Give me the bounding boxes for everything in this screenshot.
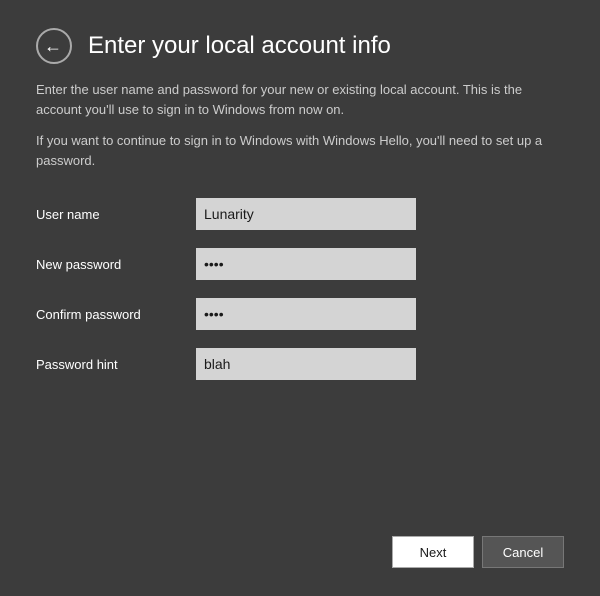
form-area: User name New password Confirm password … xyxy=(36,198,564,398)
username-input[interactable] xyxy=(196,198,416,230)
username-label: User name xyxy=(36,207,196,222)
description-line2: If you want to continue to sign in to Wi… xyxy=(36,131,564,170)
password-hint-row: Password hint xyxy=(36,348,564,380)
description-line1: Enter the user name and password for you… xyxy=(36,80,564,119)
back-arrow-icon: ← xyxy=(44,37,62,55)
password-hint-input[interactable] xyxy=(196,348,416,380)
password-hint-label: Password hint xyxy=(36,357,196,372)
header: ← Enter your local account info xyxy=(36,28,564,64)
new-password-row: New password xyxy=(36,248,564,280)
confirm-password-row: Confirm password xyxy=(36,298,564,330)
new-password-label: New password xyxy=(36,257,196,272)
username-row: User name xyxy=(36,198,564,230)
confirm-password-input[interactable] xyxy=(196,298,416,330)
confirm-password-label: Confirm password xyxy=(36,307,196,322)
page-title: Enter your local account info xyxy=(88,32,391,60)
cancel-button[interactable]: Cancel xyxy=(482,536,564,568)
back-button[interactable]: ← xyxy=(36,28,72,64)
main-container: ← Enter your local account info Enter th… xyxy=(0,0,600,596)
footer: Next Cancel xyxy=(36,520,564,568)
next-button[interactable]: Next xyxy=(392,536,474,568)
new-password-input[interactable] xyxy=(196,248,416,280)
